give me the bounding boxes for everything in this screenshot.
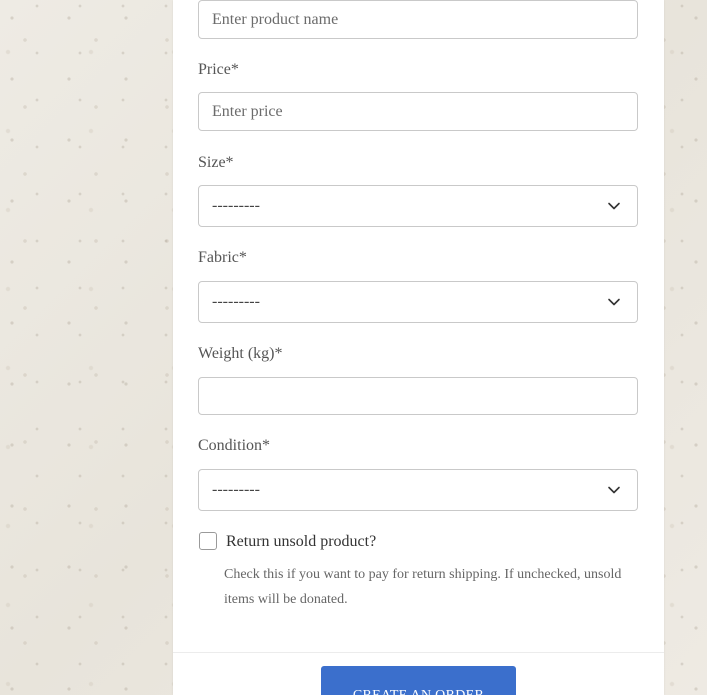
product-name-input[interactable]: [198, 0, 638, 39]
fabric-selected-value: ---------: [212, 293, 260, 310]
price-input[interactable]: [198, 92, 638, 131]
size-select[interactable]: ---------: [198, 185, 638, 227]
size-label: Size*: [198, 154, 234, 171]
fabric-select[interactable]: ---------: [198, 281, 638, 323]
return-unsold-help-text: Check this if you want to pay for return…: [224, 567, 622, 607]
return-unsold-label[interactable]: Return unsold product?: [226, 533, 376, 551]
return-unsold-checkbox[interactable]: [199, 532, 217, 550]
condition-label: Condition*: [198, 437, 271, 454]
condition-select[interactable]: ---------: [198, 469, 638, 511]
form-footer-divider: [173, 652, 664, 653]
chevron-down-icon: [608, 298, 620, 306]
create-order-button[interactable]: CREATE AN ORDER: [321, 666, 516, 695]
chevron-down-icon: [608, 486, 620, 494]
condition-selected-value: ---------: [212, 481, 260, 498]
fabric-label: Fabric*: [198, 249, 247, 266]
price-label: Price*: [198, 61, 239, 78]
size-selected-value: ---------: [212, 197, 260, 214]
order-form-panel: Price* Size* --------- Fabric* ---------…: [173, 0, 664, 695]
weight-label: Weight (kg)*: [198, 345, 283, 362]
chevron-down-icon: [608, 202, 620, 210]
weight-input[interactable]: [198, 377, 638, 415]
